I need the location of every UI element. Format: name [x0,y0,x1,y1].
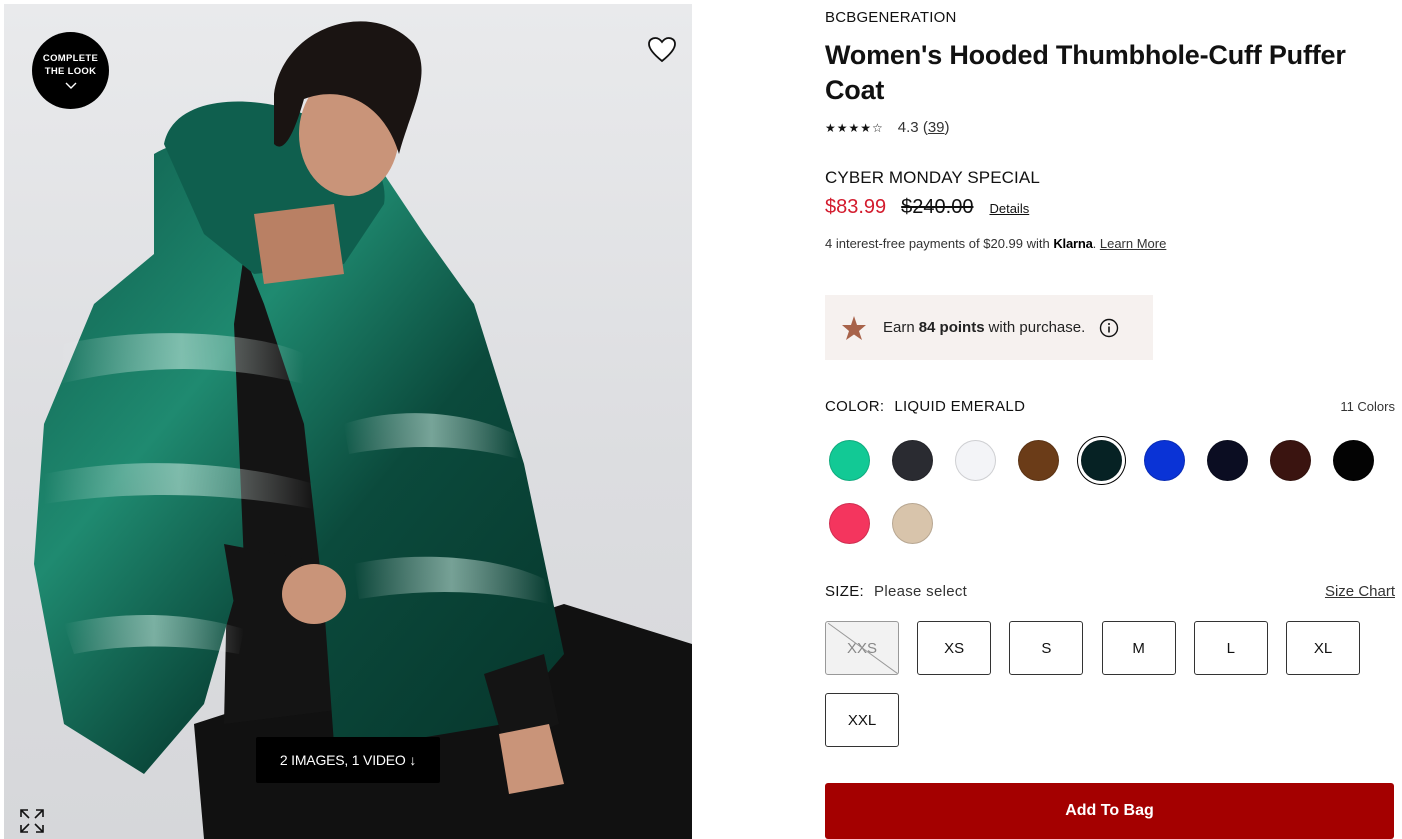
color-swatch[interactable] [1333,440,1374,481]
size-option-xxs[interactable]: XXS [825,621,899,675]
price-details-link[interactable]: Details [989,201,1029,216]
rating-summary[interactable]: ★★★★☆ 4.3 (39) [825,119,950,136]
color-swatch[interactable] [1081,440,1122,481]
size-option-l[interactable]: L [1193,621,1268,675]
review-count-link[interactable]: 39 [928,119,945,136]
product-title: Women's Hooded Thumbhole-Cuff Puffer Coa… [825,40,1346,105]
klarna-learn-more-link[interactable]: Learn More [1100,236,1166,251]
selected-size: Please select [874,583,968,600]
complete-look-line2: THE LOOK [44,66,97,77]
sale-price: $83.99 [825,196,887,218]
star-rating-icon: ★★★★☆ [825,120,884,135]
size-option-s[interactable]: S [1009,621,1084,675]
heart-icon[interactable] [646,34,678,66]
star-icon [842,315,866,340]
rewards-points-banner: Earn 84 points with purchase. [825,295,1153,360]
color-label: COLOR: LIQUID EMERALD [825,398,1025,415]
rating-paren-open: ( [918,119,928,136]
price-block: $83.99 $240.00 Details [825,196,1029,219]
color-label-text: COLOR: [825,398,885,415]
klarna-logo: Klarna [1053,236,1093,251]
complete-look-line1: COMPLETE [42,53,99,64]
klarna-prefix: 4 interest-free payments of $20.99 with [825,236,1050,251]
points-earn-label: Earn [883,319,915,336]
product-photo [34,21,692,839]
color-swatch[interactable] [955,440,996,481]
selected-color-name: LIQUID EMERALD [894,398,1026,415]
klarna-message: 4 interest-free payments of $20.99 with … [825,236,1167,251]
points-amount: 84 points [918,319,985,336]
size-option-m[interactable]: M [1101,621,1176,675]
size-option-xxl[interactable]: XXL [825,693,899,747]
complete-the-look-button[interactable]: COMPLETE THE LOOK [32,32,109,109]
size-label: SIZE: Please select [825,583,967,600]
points-suffix: with purchase. [988,319,1086,336]
color-swatch[interactable] [1270,440,1311,481]
media-count-button[interactable]: 2 IMAGES, 1 VIDEO ↓ [256,737,440,783]
size-option-xs[interactable]: XS [917,621,992,675]
rating-paren-close: ) [944,119,950,136]
color-swatch[interactable] [892,503,933,544]
color-swatch[interactable] [829,440,870,481]
color-swatch[interactable] [1207,440,1248,481]
original-price: $240.00 [901,196,974,218]
chevron-down-icon [65,82,76,89]
color-swatch[interactable] [1018,440,1059,481]
color-swatch[interactable] [892,440,933,481]
size-option-xl[interactable]: XL [1286,621,1360,675]
color-count: 11 Colors [1340,399,1395,414]
promo-label: CYBER MONDAY SPECIAL [825,168,1040,187]
color-swatch[interactable] [829,503,870,544]
expand-icon[interactable] [19,808,45,834]
info-icon[interactable] [1099,318,1119,338]
rating-value: 4.3 [897,119,919,136]
size-label-text: SIZE: [825,583,865,600]
brand-name[interactable]: BCBGENERATION [825,9,957,26]
size-chart-link[interactable]: Size Chart [1325,583,1395,600]
product-image-gallery[interactable]: COMPLETE THE LOOK 2 IMAGES, 1 VIDEO ↓ [4,4,692,839]
add-to-bag-button[interactable]: Add To Bag [825,783,1394,839]
color-swatch[interactable] [1144,440,1185,481]
